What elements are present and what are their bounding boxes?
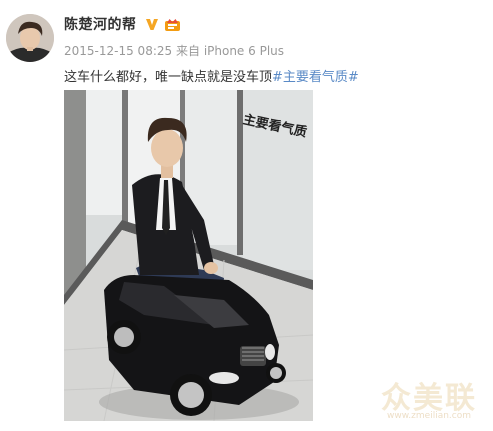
source-prefix: 来自 [175, 44, 200, 58]
post-source[interactable]: iPhone 6 Plus [204, 44, 284, 58]
watermark-url: www.zmeilian.com [387, 411, 471, 421]
verified-v-icon[interactable] [144, 16, 160, 32]
post-timestamp[interactable]: 2015-12-15 08:25 [64, 44, 172, 58]
avatar[interactable] [6, 14, 54, 62]
post-text: 这车什么都好，唯一缺点就是没车顶#主要看气质# [64, 66, 359, 85]
hashtag-link[interactable]: #主要看气质# [272, 70, 359, 85]
username[interactable]: 陈楚河的帮 [64, 14, 137, 34]
photo-scene: 主要看气质 [64, 90, 313, 421]
avatar-portrait [6, 14, 54, 62]
post-photo[interactable]: 主要看气质 [64, 90, 313, 421]
post-body: 这车什么都好，唯一缺点就是没车顶 [64, 70, 273, 85]
member-crown-icon[interactable] [164, 17, 181, 32]
post-meta: 2015-12-15 08:25 来自 iPhone 6 Plus [64, 42, 284, 59]
weibo-post-card: 陈楚河的帮 2015-12-15 08:25 来自 iPhone 6 Plus … [0, 0, 493, 431]
